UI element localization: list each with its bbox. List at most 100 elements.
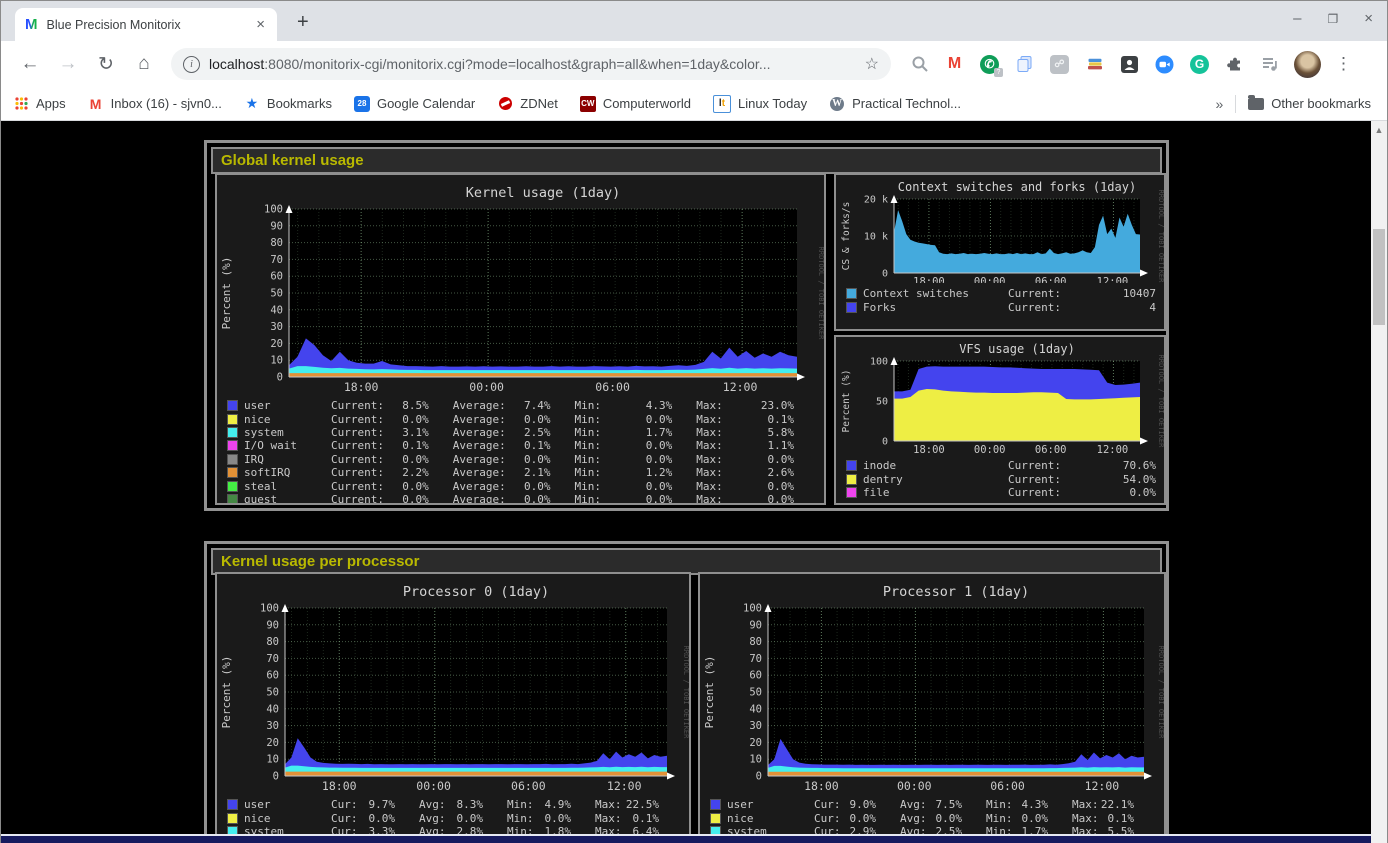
back-icon[interactable]: ← (18, 52, 42, 76)
svg-text:20: 20 (749, 737, 762, 749)
svg-text:70: 70 (266, 653, 279, 665)
chrome-menu-icon[interactable]: ⋮ (1335, 54, 1352, 74)
legend-row: dentryCurrent:54.0% (846, 472, 1158, 485)
browser-window: M Blue Precision Monitorix × + – ❐ × ← →… (0, 0, 1388, 843)
svg-text:00:00: 00:00 (469, 380, 504, 394)
site-info-icon[interactable]: i (183, 56, 200, 73)
voice-icon[interactable]: ✆? (979, 54, 1000, 75)
bookmarks-overflow-chevron[interactable]: » (1216, 96, 1224, 112)
legend-row: softIRQCurrent:2.2%Average:2.1%Min:1.2%M… (227, 466, 818, 479)
copy-pages-icon[interactable] (1014, 54, 1035, 75)
legend-row: fileCurrent:0.0% (846, 486, 1158, 499)
svg-text:10: 10 (749, 754, 762, 766)
processor0-chart[interactable]: 010203040506070809010018:0000:0006:0012:… (215, 572, 691, 843)
playlist-music-icon[interactable] (1259, 54, 1280, 75)
browser-toolbar: ← → ↻ ⌂ i localhost:8080/monitorix-cgi/m… (1, 41, 1387, 87)
vfs-usage-chart[interactable]: 05010018:0000:0006:0012:00VFS usage (1da… (834, 335, 1166, 505)
svg-text:50: 50 (749, 687, 762, 699)
svg-text:0: 0 (273, 771, 279, 783)
svg-text:70: 70 (270, 254, 283, 266)
scrollbar-thumb[interactable] (1373, 229, 1385, 325)
home-icon[interactable]: ⌂ (132, 52, 156, 76)
context-switches-chart[interactable]: 010 k20 k18:0000:0006:0012:00Context swi… (834, 173, 1166, 331)
svg-text:0: 0 (277, 372, 283, 384)
svg-text:18:00: 18:00 (322, 779, 357, 793)
calendar-icon: 28 (354, 96, 370, 112)
legend-row: userCur:9.7%Avg:8.3%Min:4.9%Max:22.5% (227, 798, 683, 811)
window-close-button[interactable]: × (1364, 10, 1373, 27)
legend-row: userCur:9.0%Avg:7.5%Min:4.3%Max:22.1% (710, 798, 1158, 811)
new-tab-button[interactable]: + (297, 12, 309, 32)
reload-icon[interactable]: ↻ (94, 52, 118, 76)
cw-icon: CW (580, 96, 596, 112)
bookmark-google-calendar[interactable]: 28 Google Calendar (354, 96, 475, 112)
bookmark-computerworld[interactable]: CW Computerworld (580, 96, 691, 112)
scrollbar-up-arrow[interactable]: ▲ (1371, 123, 1387, 137)
context-switches-graph: 010 k20 k18:0000:0006:0012:00Context swi… (836, 175, 1164, 283)
window-minimize-button[interactable]: – (1293, 10, 1301, 27)
url-text[interactable]: localhost:8080/monitorix-cgi/monitorix.c… (209, 56, 857, 72)
extensions-puzzle-icon[interactable] (1224, 54, 1245, 75)
vertical-scrollbar[interactable]: ▲ (1371, 121, 1387, 843)
window-maximize-button[interactable]: ❐ (1327, 10, 1338, 27)
svg-text:30: 30 (749, 720, 762, 732)
bookmark-star-icon[interactable]: ☆ (865, 54, 879, 74)
bookmark-inbox[interactable]: M Inbox (16) - sjvn0... (88, 96, 222, 112)
svg-text:12:00: 12:00 (1097, 276, 1129, 283)
bookmark-zdnet[interactable]: ZDNet (497, 96, 558, 112)
address-bar[interactable]: i localhost:8080/monitorix-cgi/monitorix… (171, 48, 891, 80)
svg-text:Processor 1 (1day): Processor 1 (1day) (883, 584, 1029, 600)
bookmark-bookmarks[interactable]: ★ Bookmarks (244, 96, 332, 112)
svg-text:80: 80 (270, 237, 283, 249)
svg-text:00:00: 00:00 (897, 779, 932, 793)
context-switches-legend: Context switchesCurrent:10407ForksCurren… (846, 287, 1158, 314)
legend-swatch (227, 414, 238, 425)
svg-text:50: 50 (270, 288, 283, 300)
other-bookmarks[interactable]: Other bookmarks (1248, 96, 1371, 111)
processor1-chart[interactable]: 010203040506070809010018:0000:0006:0012:… (698, 572, 1166, 843)
search-icon[interactable] (909, 54, 930, 75)
legend-swatch (846, 474, 857, 485)
svg-text:12:00: 12:00 (1097, 444, 1129, 455)
zoom-camera-icon[interactable] (1154, 54, 1175, 75)
svg-text:10: 10 (270, 355, 283, 367)
svg-text:10: 10 (266, 754, 279, 766)
forward-icon[interactable]: → (56, 52, 80, 76)
url-host: localhost (209, 56, 264, 72)
section-title: Kernel usage per processor (211, 548, 1162, 575)
session-extension-icon[interactable]: ☍ (1049, 54, 1070, 75)
svg-text:RRDTOOL / TOBI OETIKER: RRDTOOL / TOBI OETIKER (1157, 190, 1164, 283)
voice-badge: ? (994, 68, 1003, 77)
monitorix-favicon: M (25, 16, 38, 33)
zdnet-icon (497, 96, 513, 112)
svg-text:Percent (%): Percent (%) (220, 257, 233, 330)
gmail-m-icon: M (88, 96, 104, 112)
tab-close-icon[interactable]: × (254, 16, 267, 33)
legend-row: Context switchesCurrent:10407 (846, 287, 1158, 300)
bookmarks-bar: Apps M Inbox (16) - sjvn0... ★ Bookmarks… (1, 87, 1387, 121)
kernel-usage-chart[interactable]: 010203040506070809010018:0000:0006:0012:… (215, 173, 826, 505)
svg-text:Processor 0 (1day): Processor 0 (1day) (403, 584, 549, 600)
profile-avatar[interactable] (1294, 51, 1321, 78)
gmail-icon[interactable]: M (944, 54, 965, 75)
svg-text:06:00: 06:00 (1035, 444, 1067, 455)
svg-text:80: 80 (266, 636, 279, 648)
bookmark-apps[interactable]: Apps (13, 96, 66, 112)
bookmark-practical-technology[interactable]: W Practical Technol... (829, 96, 961, 112)
vfs-usage-legend: inodeCurrent:70.6%dentryCurrent:54.0%fil… (846, 459, 1158, 499)
bookmark-linux-today[interactable]: lt Linux Today (713, 95, 807, 113)
browser-tab[interactable]: M Blue Precision Monitorix × (15, 8, 277, 41)
processor0-graph: 010203040506070809010018:0000:0006:0012:… (217, 574, 689, 794)
svg-text:Percent (%): Percent (%) (703, 656, 716, 729)
grammarly-icon[interactable]: G (1189, 54, 1210, 75)
legend-row: I/O waitCurrent:0.1%Average:0.1%Min:0.0%… (227, 439, 818, 452)
svg-text:20 k: 20 k (864, 195, 888, 206)
legend-swatch (227, 467, 238, 478)
svg-text:18:00: 18:00 (804, 779, 839, 793)
svg-text:90: 90 (266, 619, 279, 631)
books-icon[interactable] (1084, 54, 1105, 75)
svg-text:06:00: 06:00 (1035, 276, 1067, 283)
contact-extension-icon[interactable] (1119, 54, 1140, 75)
apps-grid-icon (13, 96, 29, 112)
svg-text:40: 40 (270, 304, 283, 316)
